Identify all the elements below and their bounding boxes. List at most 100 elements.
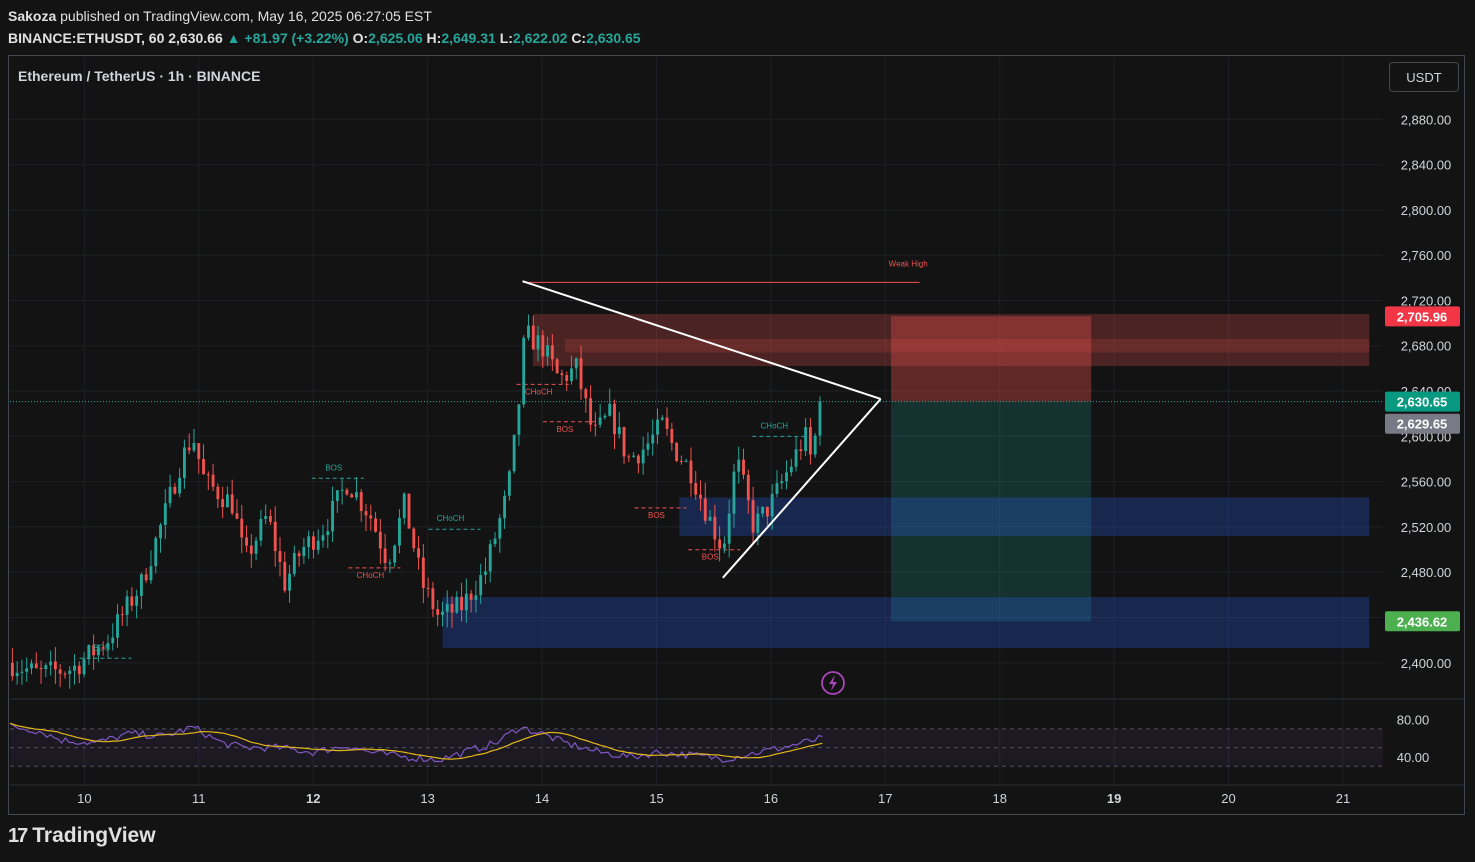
candle-body <box>464 593 468 611</box>
candle-body <box>531 325 535 350</box>
candle-body <box>507 471 511 496</box>
tradingview-logo-icon: 17 <box>8 824 28 847</box>
candle-body <box>268 516 272 522</box>
candle-body <box>751 500 755 533</box>
candle-body <box>660 417 664 420</box>
candle-body <box>49 661 53 666</box>
candle-body <box>82 659 86 675</box>
rsi-band <box>10 728 1383 767</box>
x-tick-label: 17 <box>878 791 892 806</box>
candle-body <box>326 531 330 536</box>
candle-body <box>402 493 406 519</box>
candle-body <box>445 603 449 612</box>
x-tick-label: 20 <box>1221 791 1235 806</box>
candle-body <box>163 503 167 525</box>
candle-body <box>34 663 38 668</box>
y-tick-label: 2,520.00 <box>1401 520 1452 535</box>
candle-body <box>20 671 24 673</box>
x-tick-label: 11 <box>192 791 206 806</box>
x-tick-label: 16 <box>764 791 778 806</box>
candle-body <box>87 645 91 660</box>
annotation-label: BOS <box>325 463 342 472</box>
candle-body <box>593 424 597 426</box>
candle-body <box>498 518 502 539</box>
candle-body <box>39 667 43 670</box>
candle-body <box>746 474 750 501</box>
price-chart[interactable]: Weak High BOS BOS CHoCH CHoCH CHoCH BOS BOS BOS C… <box>0 0 1475 862</box>
candle-body <box>364 511 368 516</box>
candle-body <box>120 614 124 616</box>
candle-body <box>202 459 205 475</box>
candle-body <box>149 566 153 581</box>
candle-body <box>345 489 349 495</box>
candle-body <box>288 573 291 591</box>
annotation-label: BOS <box>702 553 719 562</box>
price-label-text: 2,630.65 <box>1397 395 1448 410</box>
candle-body <box>517 404 521 435</box>
candle-body <box>216 486 220 500</box>
candle-body <box>63 673 67 675</box>
candle-body <box>560 373 564 376</box>
candle-body <box>206 474 210 476</box>
x-tick-label: 13 <box>420 791 434 806</box>
candle-body <box>703 498 707 521</box>
candle-body <box>794 449 798 467</box>
candle-body <box>775 483 779 494</box>
candle-body <box>708 516 712 521</box>
rsi-tick-label: 40.00 <box>1397 750 1430 765</box>
candle-body <box>565 375 569 381</box>
candle-body <box>785 472 788 482</box>
candle-body <box>10 662 14 677</box>
time-axis: 10 11 12 13 14 15 16 17 18 19 20 21 <box>10 784 1464 806</box>
candle-body <box>335 490 339 501</box>
candle-body <box>546 345 550 357</box>
candle-body <box>297 553 301 557</box>
x-tick-label: 21 <box>1336 791 1350 806</box>
candle-body <box>756 513 760 533</box>
candle-body <box>125 596 129 615</box>
candle-body <box>312 536 315 550</box>
candle-body <box>68 670 72 674</box>
y-tick-label: 2,880.00 <box>1401 112 1452 127</box>
tradingview-brand[interactable]: 17 TradingView <box>8 824 156 848</box>
candle-body <box>135 595 139 606</box>
candle-body <box>675 442 679 462</box>
candle-body <box>340 489 344 491</box>
candle-body <box>283 561 287 591</box>
candle-body <box>584 389 588 399</box>
candle-body <box>173 486 177 494</box>
x-tick-label: 18 <box>992 791 1006 806</box>
x-tick-label: 14 <box>535 791 549 806</box>
currency-button[interactable]: USDT <box>1389 62 1459 92</box>
candle-body <box>245 537 248 546</box>
candle-body <box>436 609 440 615</box>
candle-body <box>73 665 76 671</box>
candle-body <box>111 637 115 644</box>
candle-body <box>608 403 612 416</box>
candle-body <box>641 449 645 464</box>
candle-body <box>378 531 382 549</box>
candle-body <box>316 540 320 550</box>
candle-body <box>58 669 62 674</box>
candle-body <box>431 588 435 610</box>
y-tick-label: 2,840.00 <box>1401 158 1452 173</box>
candle-body <box>646 443 650 450</box>
y-tick-label: 2,760.00 <box>1401 248 1452 263</box>
brand-name: TradingView <box>32 824 156 847</box>
price-axis: 2,880.00 2,840.00 2,800.00 2,760.00 2,720.00… <box>1397 112 1452 765</box>
candle-body <box>689 460 693 484</box>
candle-body <box>383 548 387 564</box>
y-tick-label: 2,400.00 <box>1401 656 1452 671</box>
candle-body <box>455 596 459 613</box>
candle-body <box>398 518 401 546</box>
candle-body <box>694 483 698 495</box>
candle-body <box>221 499 225 508</box>
candle-body <box>144 574 148 581</box>
candle-body <box>813 435 817 455</box>
candle-body <box>30 663 33 669</box>
candle-body <box>617 427 621 435</box>
symbol-title[interactable]: Ethereum / TetherUS · 1h · BINANCE <box>18 68 260 84</box>
candle-body <box>307 536 311 547</box>
demand-zone <box>679 497 1370 536</box>
candle-body <box>818 401 822 436</box>
